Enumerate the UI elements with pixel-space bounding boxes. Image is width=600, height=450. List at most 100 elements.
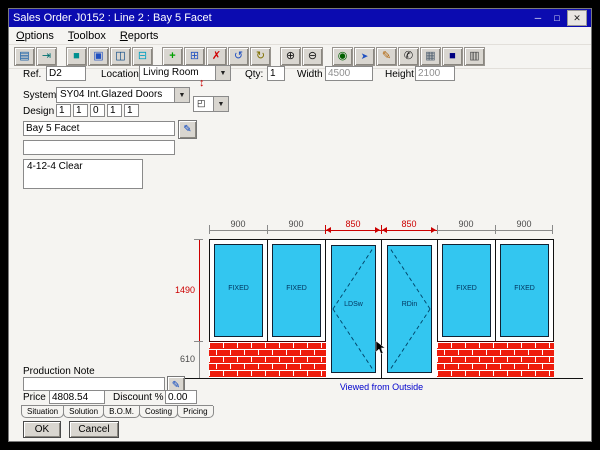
edit-pencil-icon: ✎ [183,124,191,135]
tab-solution[interactable]: Solution [63,406,104,418]
ok-button[interactable]: OK [23,421,61,438]
design-box-3[interactable] [90,104,105,117]
menu-toolbox[interactable]: Toolbox [61,29,113,43]
production-note-input[interactable] [23,377,165,391]
bay-panel-door-left[interactable]: LDSw [325,239,382,379]
glass-spec-value: 4-12-4 Clear [27,161,83,172]
top-dimension-line [209,225,553,231]
menu-options[interactable]: Options [9,29,61,43]
dim-segment [325,225,381,231]
view-button[interactable]: ◉ [332,47,353,66]
measure-tool-icon[interactable]: ↕ [199,77,205,89]
tab-costing[interactable]: Costing [139,406,178,418]
phone-button[interactable]: ✆ [398,47,419,66]
height-input [415,66,455,81]
grid-button[interactable]: ⊞ [184,47,205,66]
production-note-label: Production Note [23,366,95,377]
discount-input[interactable] [165,390,197,404]
zoom-in-button[interactable]: ⊕ [280,47,301,66]
go-icon: ➤ [361,52,369,61]
dim-segment [381,225,437,231]
notes-button[interactable]: ▤ [14,47,35,66]
undo-icon: ↺ [234,51,243,62]
bay-panel-fixed-3[interactable]: FIXED [437,239,496,342]
style-name2-input[interactable] [23,140,175,155]
undo-button[interactable]: ↺ [228,47,249,66]
grid-icon: ⊞ [190,51,199,62]
mouse-cursor [375,341,385,355]
edit-icon: ✎ [382,51,391,62]
exit-icon: ⇥ [42,51,51,62]
ref-input[interactable] [46,66,86,81]
system-value: SY04 Int.Glazed Doors [57,88,174,102]
dim-side-2: 610 [171,354,195,364]
zoom-out-icon: ⊖ [308,51,317,62]
zoom-in-icon: ⊕ [286,51,295,62]
system-dropdown-button[interactable]: ▼ [174,88,189,102]
sash-button[interactable]: ▣ [88,47,109,66]
dim-side-1: 1490 [167,285,195,295]
close-button[interactable]: ✕ [567,10,587,26]
location-select[interactable]: Living Room ▼ [139,65,231,81]
toolbar-group-edit: + ⊞ ✗ ↺ ↻ [162,47,271,66]
mullion-icon: ⊟ [138,51,147,62]
edit-button[interactable]: ✎ [376,47,397,66]
ground-line [171,378,583,379]
zoom-out-button[interactable]: ⊖ [302,47,323,66]
door-swing-lines [388,246,431,372]
chevron-down-icon: ▼ [220,70,227,77]
shape-selector[interactable]: ◰ ▼ [193,96,229,112]
width-input [325,66,373,81]
design-box-2[interactable] [73,104,88,117]
delete-line-button[interactable]: ✗ [206,47,227,66]
redo-button[interactable]: ↻ [250,47,271,66]
dim-segment [209,225,267,231]
door-swing-lines [332,246,375,372]
maximize-icon: □ [554,13,559,23]
glass-pane: FIXED [272,244,321,337]
bay-panel-fixed-4[interactable]: FIXED [495,239,554,342]
edit-style-button[interactable]: ✎ [178,120,197,139]
location-dropdown-button[interactable]: ▼ [215,66,230,80]
glass-pane: FIXED [442,244,491,337]
tab-bom[interactable]: B.O.M. [103,406,140,418]
panel-label: RDin [388,301,431,308]
ref-label: Ref. [23,69,41,80]
glass-pane: RDin [387,245,432,373]
shape-dropdown-button[interactable]: ▼ [213,97,228,111]
panel-label: FIXED [501,285,548,292]
left-dimension-line [199,239,200,378]
design-box-5[interactable] [124,104,139,117]
frame-button[interactable]: ■ [66,47,87,66]
print-button[interactable]: ▥ [464,47,485,66]
calculator-button[interactable]: ▦ [420,47,441,66]
style-name-input[interactable] [23,121,175,136]
tab-pricing[interactable]: Pricing [177,406,213,418]
qty-input[interactable] [267,66,285,81]
bay-panel-fixed-1[interactable]: FIXED [209,239,268,342]
price-label: Price [23,392,46,403]
design-box-1[interactable] [56,104,71,117]
height-label: Height [385,69,414,80]
minimize-button[interactable]: ─ [529,11,547,25]
titlebar[interactable]: Sales Order J0152 : Line 2 : Bay 5 Facet… [9,9,591,27]
save-button[interactable]: ■ [442,47,463,66]
system-select[interactable]: SY04 Int.Glazed Doors ▼ [56,87,190,103]
bay-panel-fixed-2[interactable]: FIXED [267,239,326,342]
tab-situation[interactable]: Situation [21,406,64,418]
mullion-button[interactable]: ⊟ [132,47,153,66]
bay-panel-door-right[interactable]: RDin [381,239,438,379]
glass-spec-box[interactable]: 4-12-4 Clear [23,159,143,189]
sales-order-window: Sales Order J0152 : Line 2 : Bay 5 Facet… [8,8,592,442]
cancel-button[interactable]: Cancel [69,421,119,438]
price-input[interactable] [49,390,105,404]
maximize-button[interactable]: □ [548,11,566,25]
go-button[interactable]: ➤ [354,47,375,66]
dim-tick [194,341,203,342]
menu-reports[interactable]: Reports [113,29,166,43]
delete-line-icon: ✗ [212,51,221,62]
design-box-4[interactable] [107,104,122,117]
insert-line-button[interactable]: + [162,47,183,66]
exit-button[interactable]: ⇥ [36,47,57,66]
transom-button[interactable]: ◫ [110,47,131,66]
